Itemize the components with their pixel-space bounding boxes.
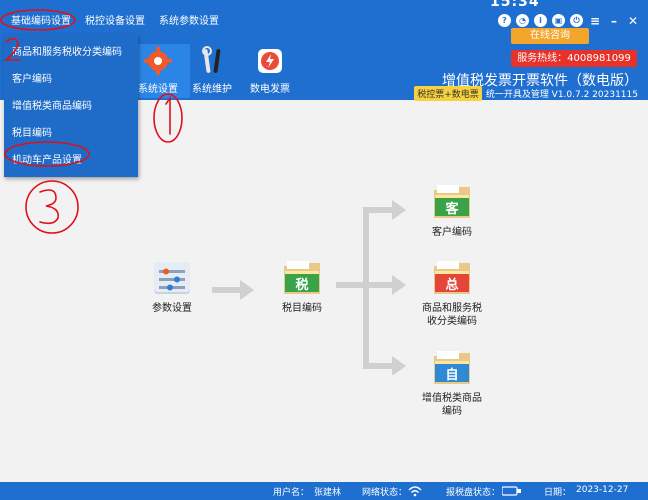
folder-char: 总 <box>445 278 459 293</box>
clock: 15:34 <box>490 0 540 10</box>
menu-system-params[interactable]: 系统参数设置 <box>152 14 226 30</box>
minimize-icon[interactable]: – <box>607 14 621 28</box>
menu-tax-device[interactable]: 税控设备设置 <box>78 14 152 30</box>
flow-label: 增值税类商品 <box>422 393 482 404</box>
service-hotline: 服务热线：4008981099 <box>511 50 637 67</box>
tool-system-maintenance[interactable]: 系统维护 <box>180 44 244 98</box>
date-value: 2023-12-27 <box>576 485 629 495</box>
customer-folder-icon: 客 <box>432 182 472 222</box>
wifi-icon <box>408 486 422 497</box>
dropdown-item-customer-code[interactable]: 客户编码 <box>4 66 138 93</box>
close-icon[interactable]: ✕ <box>626 14 640 28</box>
brand-badge: 税控票+数电票 <box>414 86 482 101</box>
tool-label: 系统维护 <box>192 84 232 95</box>
flow-label: 编码 <box>442 406 462 417</box>
dropdown-item-vat-goods-code[interactable]: 增值税类商品编码 <box>4 93 138 120</box>
status-bar: 用户名： 张建林 网络状态： 报税盘状态： 日期： 2023-12-27 <box>0 482 648 500</box>
menu-icon[interactable]: ≡ <box>588 14 602 28</box>
flow-label: 客户编码 <box>432 227 472 238</box>
flow-label: 收分类编码 <box>427 316 477 327</box>
basic-coding-dropdown: 商品和服务税收分类编码 客户编码 增值税类商品编码 税目编码 机动车产品设置 <box>4 35 138 177</box>
tool-label: 系统设置 <box>138 84 178 95</box>
menu-basic-coding[interactable]: 基础编码设置 <box>4 14 78 30</box>
usb-disk-icon <box>502 486 521 496</box>
flow-goods-service-code[interactable]: 总 商品和服务税 收分类编码 <box>412 258 492 328</box>
folder-char: 自 <box>445 368 459 383</box>
flow-tax-item-code[interactable]: 税 税目编码 <box>262 258 342 315</box>
date-label: 日期： <box>544 488 572 498</box>
lock-icon[interactable]: ▣ <box>552 14 565 27</box>
dropdown-item-vehicle-product[interactable]: 机动车产品设置 <box>4 147 138 174</box>
goods-folder-icon: 总 <box>432 258 472 298</box>
flow-label: 参数设置 <box>152 303 192 314</box>
disk-status-label: 报税盘状态： <box>446 488 501 498</box>
tools-icon <box>195 44 229 78</box>
brand-subtitle: 税控票+数电票 统一开具及管理 V1.0.7.2 20231115 <box>414 86 638 101</box>
help-icon[interactable]: ? <box>498 14 511 27</box>
flow-label: 税目编码 <box>282 303 322 314</box>
folder-char: 税 <box>295 278 309 293</box>
tool-digital-invoice[interactable]: 数电发票 <box>238 44 302 98</box>
vat-folder-icon: 自 <box>432 348 472 388</box>
invoice-icon <box>253 44 287 78</box>
tool-label: 数电发票 <box>250 84 290 95</box>
flow-params-settings[interactable]: 参数设置 <box>132 258 212 315</box>
flow-vat-goods-code[interactable]: 自 增值税类商品 编码 <box>412 348 492 418</box>
brand-version: 统一开具及管理 V1.0.7.2 20231115 <box>485 90 638 100</box>
flow-label: 商品和服务税 <box>422 303 482 314</box>
sliders-icon <box>152 258 192 298</box>
arrow-right-icon <box>212 280 254 300</box>
online-consult-button[interactable]: 在线咨询 <box>511 28 589 44</box>
flow-customer-code[interactable]: 客 客户编码 <box>412 182 492 239</box>
window-controls: ? ◔ i ▣ ⏻ ≡ – ✕ <box>498 14 640 28</box>
dropdown-item-tax-item-code[interactable]: 税目编码 <box>4 120 138 147</box>
gear-icon <box>141 44 175 78</box>
user-name: 张建林 <box>314 488 342 498</box>
network-label: 网络状态： <box>362 488 408 498</box>
tax-folder-icon: 税 <box>282 258 322 298</box>
dropdown-item-goods-service-code[interactable]: 商品和服务税收分类编码 <box>4 39 138 66</box>
headset-icon[interactable]: ◔ <box>516 14 529 27</box>
power-icon[interactable]: ⏻ <box>570 14 583 27</box>
user-label: 用户名： <box>273 488 310 498</box>
info-icon[interactable]: i <box>534 14 547 27</box>
branch-arrows-icon <box>336 200 406 375</box>
folder-char: 客 <box>445 202 459 217</box>
